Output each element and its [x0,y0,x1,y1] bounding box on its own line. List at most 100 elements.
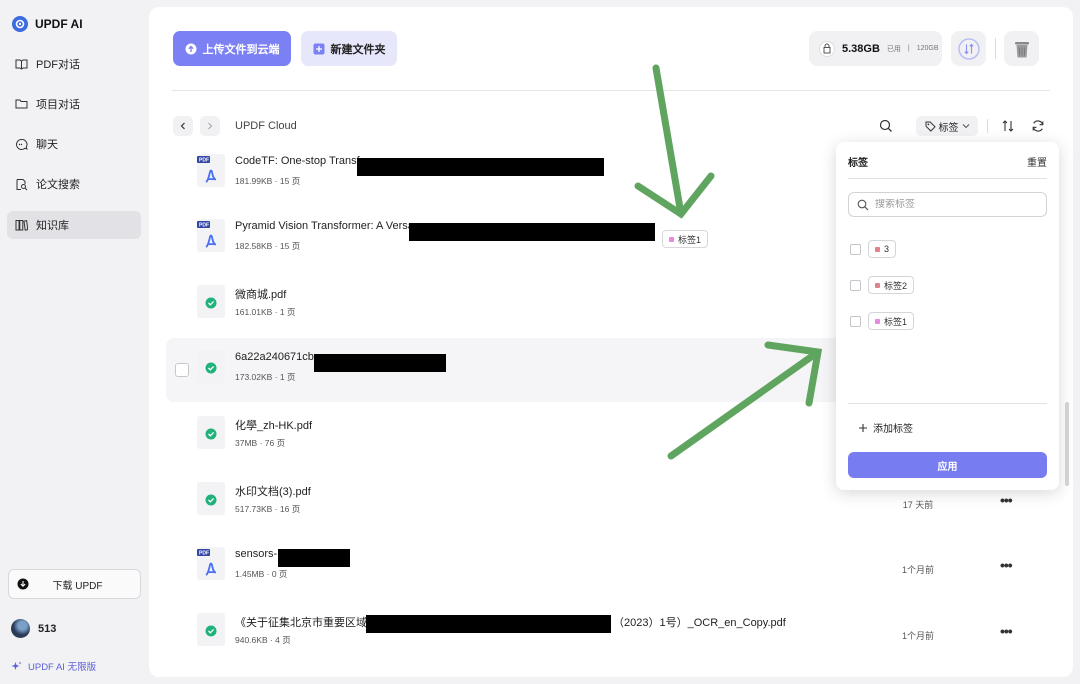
trash-icon [1013,39,1031,59]
forward-button[interactable] [200,116,220,136]
pdf-icon: PDF [197,547,225,580]
app-brand-label: UPDF AI [35,17,83,31]
file-date: 17 天前 [902,500,934,510]
scrollbar[interactable] [1065,402,1069,486]
redaction-bar [278,549,350,567]
sidebar-item-chat[interactable]: 聊天 [7,130,141,158]
more-options-button[interactable]: ••• [1000,623,1013,639]
apply-button[interactable]: 应用 [848,452,1047,478]
sidebar-item-knowledge-base[interactable]: 知识库 [7,211,141,239]
user-name: 513 [38,622,57,635]
tag-chip-label: 标签2 [884,280,908,291]
transfer-button[interactable] [951,31,986,66]
tag-filter-label: 标签 [938,122,959,134]
file-name-suffix[interactable]: （2023）1号）_OCR_en_Copy.pdf [613,614,786,630]
chat-icon [15,138,28,151]
file-meta: 173.02KB · 1 页 [235,372,296,382]
file-name[interactable]: 微商城.pdf [235,286,286,302]
row-checkbox[interactable] [175,363,189,377]
sidebar-item-label: 论文搜索 [36,179,80,191]
redaction-bar [366,615,611,633]
redaction-bar [357,158,604,176]
file-tag-label: 标签1 [678,234,702,245]
file-name[interactable]: CodeTF: One-stop Transf [235,155,360,167]
storage-used-suffix: 已用 [886,45,901,53]
tag-filter-button[interactable]: 标签 [916,116,978,136]
file-tag[interactable]: 标签1 [662,230,709,248]
upload-icon [185,43,197,55]
tag-chip: 标签2 [868,276,915,294]
svg-text:PDF: PDF [199,551,209,557]
file-meta: 181.99KB · 15 页 [235,176,301,186]
popup-divider [848,403,1047,404]
check-file-icon [197,482,225,515]
storage-total: 120GB [916,45,939,52]
tag-option-tag1[interactable]: 标签1 [850,312,915,330]
file-row[interactable]: PDF sensors- 1.45MB · 0 页 1个月前 ••• [166,535,1056,599]
storage-used: 5.38GB [842,42,880,55]
sidebar-item-project-chat[interactable]: 项目对话 [7,90,141,118]
tag-checkbox[interactable] [850,315,861,327]
tag-option-tag2[interactable]: 标签2 [850,276,915,294]
file-meta: 37MB · 76 页 [235,438,286,448]
chevron-down-icon [962,122,970,130]
file-name[interactable]: Pyramid Vision Transformer: A Versa [235,220,414,232]
tag-search-field[interactable] [848,192,1047,217]
new-folder-button[interactable]: 新建文件夹 [301,31,397,66]
more-options-button[interactable]: ••• [1000,557,1013,573]
chevron-right-icon [206,122,214,130]
download-updf-button[interactable]: 下载 UPDF [8,569,141,599]
check-file-icon [197,416,225,449]
search-button[interactable] [879,119,893,133]
download-updf-label: 下载 UPDF [52,580,103,592]
doc-search-icon [15,178,28,191]
sidebar-item-paper-search[interactable]: 论文搜索 [7,170,141,198]
file-name[interactable]: 水印文档(3).pdf [235,483,311,499]
chevron-left-icon [179,122,187,130]
back-button[interactable] [173,116,193,136]
sidebar-item-pdf-chat[interactable]: PDF对话 [7,50,141,78]
tag-checkbox[interactable] [850,243,861,255]
file-meta: 940.6KB · 4 页 [235,635,291,645]
storage-indicator[interactable]: 5.38GB 已用 | 120GB [809,31,942,66]
file-name[interactable]: 《关于征集北京市重要区域 [235,614,367,630]
check-file-icon [197,350,225,383]
tag-option-3[interactable]: 3 [850,240,897,258]
reset-button[interactable]: 重置 [1027,154,1047,169]
file-date: 1个月前 [901,631,934,641]
toolbar-divider [995,38,996,59]
tag-chip: 标签1 [868,312,915,330]
tag-search-input[interactable] [875,199,1035,210]
plus-square-icon [313,43,325,55]
redaction-bar [314,354,446,372]
upload-to-cloud-button[interactable]: 上传文件到云端 [173,31,291,66]
app-brand: UPDF AI [12,16,83,32]
tag-popup-title: 标签 [848,158,868,169]
storage-icon [819,40,835,57]
file-row[interactable]: 《关于征集北京市重要区域 （2023）1号）_OCR_en_Copy.pdf 9… [166,601,1056,665]
tag-chip-label: 标签1 [884,316,908,327]
tag-color-dot [875,282,880,288]
updf-logo-icon [12,16,28,32]
download-icon [17,578,29,590]
user-account[interactable]: 513 [11,619,56,638]
tag-checkbox[interactable] [850,279,861,291]
add-tag-button[interactable]: 添加标签 [858,420,913,435]
sidebar-item-label: PDF对话 [36,59,80,71]
avatar [11,619,30,638]
promo-link[interactable]: UPDF AI 无限版 [11,659,96,673]
breadcrumb[interactable]: UPDF Cloud [235,120,297,132]
check-file-icon [197,613,225,646]
more-options-button[interactable]: ••• [1000,492,1013,508]
svg-text:PDF: PDF [199,223,209,229]
refresh-button[interactable] [1031,119,1045,133]
trash-button[interactable] [1004,31,1039,66]
sort-button[interactable] [1001,119,1015,133]
tag-chip-label: 3 [884,244,890,254]
svg-text:PDF: PDF [199,158,209,164]
file-name[interactable]: sensors- [235,548,277,560]
file-name[interactable]: 化學_zh-HK.pdf [235,417,312,433]
sidebar-item-label: 项目对话 [36,99,80,111]
tag-color-dot [875,318,880,324]
file-name[interactable]: 6a22a240671cb [235,351,314,363]
